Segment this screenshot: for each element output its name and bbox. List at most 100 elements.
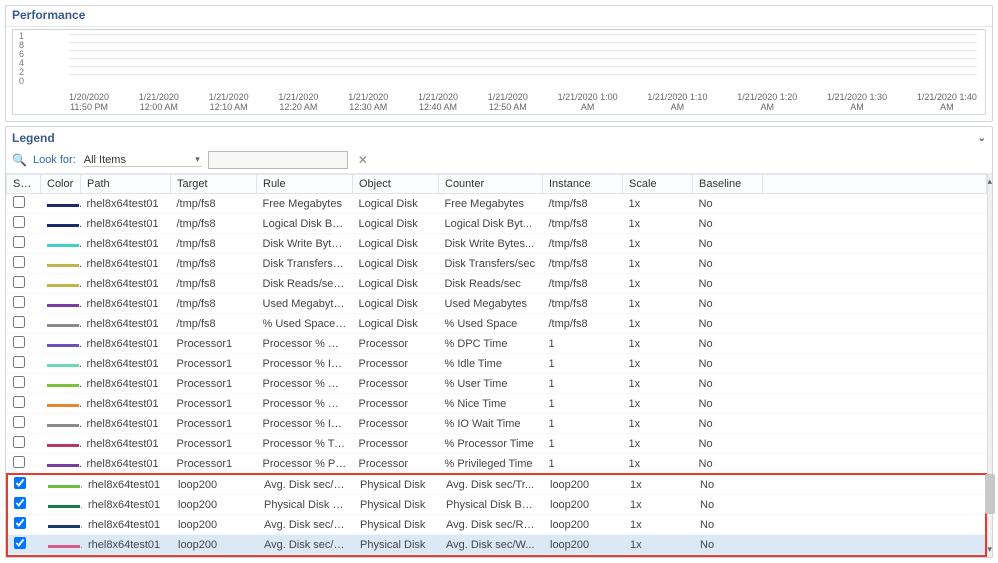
table-row[interactable]: rhel8x64test01/tmp/fs8Disk Write Bytes..… [7,234,987,254]
table-row[interactable]: rhel8x64test01Processor1Processor % Use.… [7,374,987,394]
col-scale[interactable]: Scale [623,175,693,194]
color-swatch [47,264,79,267]
lookfor-select[interactable]: All Items ▾ [82,154,202,167]
table-row[interactable]: rhel8x64test01/tmp/fs8Logical Disk Byt..… [7,214,987,234]
show-checkbox[interactable] [14,497,26,509]
cell-baseline: No [693,394,763,414]
show-checkbox[interactable] [13,316,25,328]
col-rule[interactable]: Rule [257,175,353,194]
table-row[interactable]: rhel8x64test01/tmp/fs8% Used Space (...L… [7,314,987,334]
show-checkbox[interactable] [13,276,25,288]
cell-scale: 1x [624,535,694,555]
show-checkbox[interactable] [13,336,25,348]
show-checkbox[interactable] [13,236,25,248]
cell-baseline: No [693,274,763,294]
cell-baseline: No [693,314,763,334]
cell-target: Processor1 [171,454,257,474]
cell-scale: 1x [624,495,694,515]
cell-spacer [763,214,987,234]
col-color[interactable]: Color [41,175,81,194]
cell-target: loop200 [172,535,258,555]
color-swatch [48,545,80,548]
show-checkbox[interactable] [13,196,25,208]
cell-counter: % Processor Time [439,434,543,454]
color-swatch [47,224,79,227]
table-row[interactable]: rhel8x64test01Processor1Processor % DP..… [7,334,987,354]
cell-instance: 1 [543,374,623,394]
col-instance[interactable]: Instance [543,175,623,194]
show-checkbox[interactable] [13,216,25,228]
table-row[interactable]: rhel8x64test01Processor1Processor % Nic.… [7,394,987,414]
col-path[interactable]: Path [81,175,171,194]
cell-counter: Disk Write Bytes... [439,234,543,254]
show-checkbox[interactable] [13,376,25,388]
cell-target: Processor1 [171,434,257,454]
cell-instance: loop200 [544,515,624,535]
cell-show [7,354,41,374]
show-checkbox[interactable] [13,396,25,408]
cell-baseline: No [693,374,763,394]
cell-baseline: No [693,454,763,474]
color-swatch [47,384,79,387]
table-row[interactable]: rhel8x64test01 loop200 Avg. Disk sec/Re...… [8,515,985,535]
chevron-down-icon[interactable]: ⌄ [978,133,986,144]
col-counter[interactable]: Counter [439,175,543,194]
cell-path: rhel8x64test01 [81,374,171,394]
cell-scale: 1x [623,374,693,394]
table-row[interactable]: rhel8x64test01loop200Avg. Disk sec/Tr...… [8,475,985,495]
search-input[interactable] [208,151,348,169]
cell-path: rhel8x64test01 [81,454,171,474]
show-checkbox[interactable] [13,436,25,448]
table-row[interactable]: rhel8x64test01Processor1Processor % Idle… [7,354,987,374]
show-checkbox[interactable] [13,256,25,268]
cell-rule: Disk Write Bytes... [257,234,353,254]
vertical-scrollbar[interactable]: ▴ ▾ [987,174,993,557]
table-row[interactable]: rhel8x64test01/tmp/fs8Disk Transfers/s..… [7,254,987,274]
show-checkbox[interactable] [13,456,25,468]
col-show[interactable]: Show [7,175,41,194]
lookfor-bar: 🔍 Look for: All Items ▾ ✕ [6,149,992,174]
cell-target: Processor1 [171,354,257,374]
table-row[interactable]: rhel8x64test01/tmp/fs8Disk Reads/sec (..… [7,274,987,294]
cell-color [41,194,81,214]
table-row[interactable]: rhel8x64test01Processor1Processor % IO T… [7,414,987,434]
col-baseline[interactable]: Baseline [693,175,763,194]
x-axis-tick: 1/21/2020 1:30AM [827,92,887,112]
cell-path: rhel8x64test01 [81,274,171,294]
cell-color [42,475,82,495]
scroll-up-icon[interactable]: ▴ [988,174,993,189]
x-axis-tick: 1/21/2020 1:20AM [737,92,797,112]
cell-instance: /tmp/fs8 [543,254,623,274]
show-checkbox[interactable] [13,416,25,428]
show-checkbox[interactable] [13,296,25,308]
scroll-down-icon[interactable]: ▾ [988,542,993,557]
color-swatch [48,505,80,508]
cell-instance: loop200 [544,495,624,515]
cell-rule: Avg. Disk sec/Re... [258,515,354,535]
table-row[interactable]: rhel8x64test01loop200Physical Disk Byt..… [8,495,985,515]
col-object[interactable]: Object [353,175,439,194]
show-checkbox[interactable] [13,356,25,368]
table-row[interactable]: rhel8x64test01loop200Avg. Disk sec/W...P… [8,535,985,555]
cell-rule: Processor % DP... [257,334,353,354]
cell-target: Processor1 [171,394,257,414]
table-row[interactable]: rhel8x64test01/tmp/fs8Used Megabytes...L… [7,294,987,314]
show-checkbox[interactable] [14,517,26,529]
clear-search-icon[interactable]: ✕ [354,153,372,167]
table-row[interactable]: rhel8x64test01/tmp/fs8Free MegabytesLogi… [7,194,987,214]
table-row[interactable]: rhel8x64test01Processor1Processor % Priv… [7,454,987,474]
cell-show [7,314,41,334]
table-row[interactable]: rhel8x64test01Processor1Processor % Tim.… [7,434,987,454]
show-checkbox[interactable] [14,477,26,489]
cell-path: rhel8x64test01 [82,515,172,535]
scroll-thumb[interactable] [985,474,995,514]
cell-spacer [763,354,987,374]
legend-header[interactable]: Legend ⌄ [6,127,992,149]
cell-counter: Avg. Disk sec/W... [440,535,544,555]
cell-baseline: No [694,535,764,555]
col-target[interactable]: Target [171,175,257,194]
cell-object: Processor [353,334,439,354]
show-checkbox[interactable] [14,537,26,549]
cell-target: Processor1 [171,414,257,434]
cell-counter: Disk Reads/sec [439,274,543,294]
